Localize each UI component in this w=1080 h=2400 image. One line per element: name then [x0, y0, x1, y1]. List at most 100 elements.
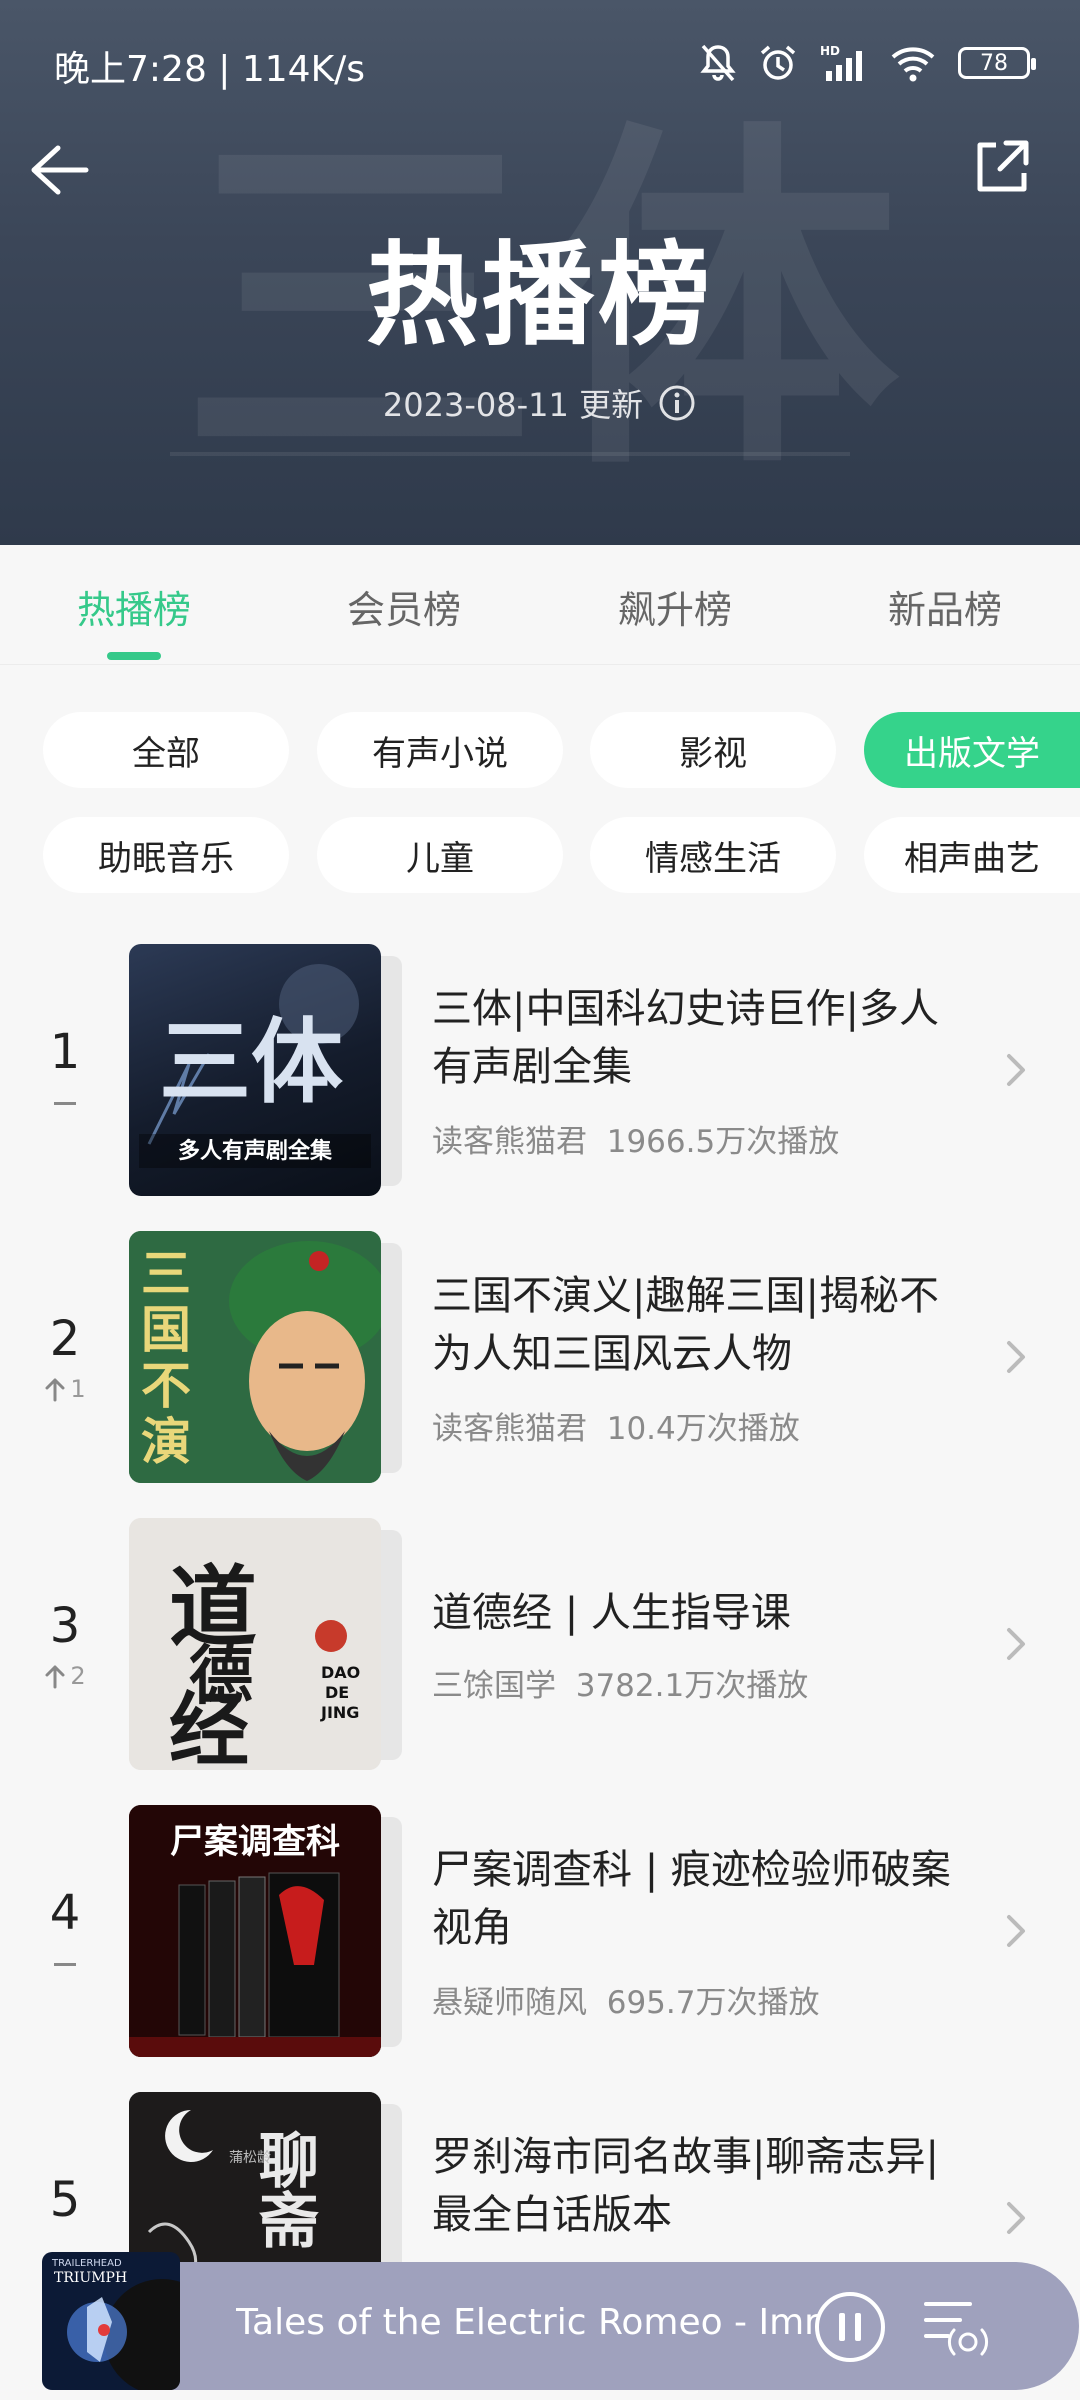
- filter-row-1: 全部 有声小说 影视 出版文学: [0, 712, 1080, 792]
- arrow-left-icon: [31, 145, 89, 195]
- item-plays: 695.7万次播放: [606, 1985, 820, 2021]
- chevron-right-icon: [1007, 1054, 1025, 1086]
- svg-text:JING: JING: [320, 1703, 359, 1722]
- item-plays: 10.4万次播放: [606, 1411, 800, 1447]
- tab-active-indicator: [107, 652, 161, 660]
- svg-text:DAO: DAO: [321, 1663, 360, 1682]
- chevron-right-icon: [1007, 1628, 1025, 1660]
- rank-number: 2: [49, 1311, 81, 1367]
- rank-number: 4: [49, 1885, 81, 1941]
- svg-text:TRAILERHEAD: TRAILERHEAD: [51, 2258, 122, 2269]
- rank-trend: [30, 1102, 100, 1105]
- rank-trend: 1: [30, 1375, 100, 1403]
- tab-new[interactable]: 新品榜: [845, 579, 1045, 634]
- page: 三体 晚上7:28 | 114K/s HD 78 热播榜 2023-08-11 …: [0, 0, 1080, 2400]
- trend-value: 1: [70, 1375, 86, 1403]
- arrow-up-icon: [45, 1378, 65, 1402]
- header-banner: 三体 晚上7:28 | 114K/s HD 78 热播榜 2023-08-11 …: [0, 0, 1080, 545]
- wifi-icon: [891, 47, 935, 82]
- info-icon[interactable]: [657, 383, 697, 423]
- chevron-right-icon: [1007, 1341, 1025, 1373]
- playlist-icon: [924, 2302, 989, 2356]
- status-bar: 晚上7:28 | 114K/s HD 78: [0, 0, 1080, 120]
- item-title: 道德经 | 人生指导课: [432, 1590, 791, 1636]
- item-title: 三体|中国科幻史诗巨作|多人有声剧全集: [432, 986, 939, 1090]
- rank-number: 5: [49, 2172, 81, 2228]
- filter-chip-children[interactable]: 儿童: [317, 817, 563, 893]
- list-item[interactable]: 1 三体 多人有声剧全集 三体|中国科幻史诗巨作|多人有声剧全集 读客熊猫君 1…: [0, 944, 1080, 1204]
- pause-icon: [815, 2292, 885, 2362]
- page-title: 热播榜: [366, 231, 714, 361]
- item-author: 三馀国学: [432, 1668, 556, 1704]
- share-button[interactable]: [970, 135, 1040, 205]
- player-cover[interactable]: TRAILERHEAD TRIUMPH: [42, 2252, 180, 2390]
- svg-text:DE: DE: [325, 1683, 349, 1702]
- book-cover: 道 德 经 DAO DE JING: [129, 1518, 381, 1770]
- item-author: 悬疑师随风: [432, 1985, 587, 2021]
- svg-text:三: 三: [141, 1244, 191, 1303]
- svg-text:斋: 斋: [259, 2187, 319, 2257]
- chevron-right-icon: [1007, 2202, 1025, 2234]
- svg-text:多人有声剧全集: 多人有声剧全集: [178, 1138, 333, 1164]
- list-item[interactable]: 2 1 三 国 不 演 三国不演义|趣解三国|揭秘不为人知三国风云人物 读客熊猫…: [0, 1231, 1080, 1491]
- chevron-right-icon: [1007, 1915, 1025, 1947]
- signal-icon: HD: [820, 44, 862, 81]
- filter-chip-film[interactable]: 影视: [590, 712, 836, 788]
- item-meta: 读客熊猫君 1966.5万次播放: [432, 1116, 992, 1161]
- tab-rising[interactable]: 飙升榜: [575, 579, 775, 634]
- battery-icon: 78: [958, 47, 1036, 79]
- filter-row-2: 助眠音乐 儿童 情感生活 相声曲艺: [0, 817, 1080, 897]
- update-info: 2023-08-11 更新: [0, 380, 1080, 426]
- playlist-button[interactable]: [922, 2294, 992, 2358]
- svg-text:蒲松龄: 蒲松龄: [229, 2150, 271, 2166]
- mini-player[interactable]: TRAILERHEAD TRIUMPH Tales of the Electri…: [42, 2252, 1079, 2390]
- svg-text:HD: HD: [820, 44, 840, 58]
- filter-chip-audio-novel[interactable]: 有声小说: [317, 712, 563, 788]
- book-cover: 三 国 不 演: [129, 1231, 381, 1483]
- svg-text:TRIUMPH: TRIUMPH: [54, 2270, 127, 2286]
- filter-chip-sleep-music[interactable]: 助眠音乐: [43, 817, 289, 893]
- book-cover: 三体 多人有声剧全集: [129, 944, 381, 1196]
- list-item[interactable]: 4 尸案调查科 尸案调查科 | 痕迹检验师破案视角 悬疑师随风 695.7万次播…: [0, 1805, 1080, 2065]
- back-button[interactable]: [28, 140, 98, 200]
- player-track-title: Tales of the Electric Romeo - Imr: [236, 2302, 819, 2343]
- item-plays: 1966.5万次播放: [606, 1124, 840, 1160]
- status-icons: HD 78: [700, 38, 1036, 88]
- book-cover: 尸案调查科: [129, 1805, 381, 2057]
- ranking-tabs: 热播榜 会员榜 飙升榜 新品榜: [0, 545, 1080, 665]
- svg-text:三体: 三体: [159, 1008, 343, 1116]
- status-time: 晚上7:28 | 114K/s: [54, 49, 366, 90]
- share-icon: [977, 140, 1029, 192]
- svg-text:国: 国: [141, 1300, 191, 1359]
- rank-trend: [30, 1963, 100, 1966]
- rank-number: 3: [49, 1598, 81, 1654]
- svg-text:演: 演: [141, 1412, 191, 1471]
- filter-chip-emotion-life[interactable]: 情感生活: [590, 817, 836, 893]
- filter-chip-published-literature[interactable]: 出版文学: [864, 712, 1080, 788]
- item-plays: 3782.1万次播放: [575, 1668, 809, 1704]
- arrow-up-icon: [45, 1665, 65, 1689]
- svg-text:尸案调查科: 尸案调查科: [170, 1822, 340, 1862]
- item-author: 读客熊猫君: [432, 1411, 587, 1447]
- trend-value: 2: [70, 1662, 86, 1690]
- item-meta: 悬疑师随风 695.7万次播放: [432, 1977, 992, 2022]
- update-date: 2023-08-11 更新: [382, 386, 644, 424]
- alarm-icon: [760, 45, 796, 80]
- battery-level: 78: [980, 50, 1008, 76]
- mute-icon: [700, 44, 736, 82]
- item-author: 读客熊猫君: [432, 1124, 587, 1160]
- svg-text:不: 不: [141, 1356, 191, 1415]
- tab-member[interactable]: 会员榜: [304, 579, 504, 634]
- tab-hot[interactable]: 热播榜: [34, 579, 234, 634]
- rank-number: 1: [49, 1024, 81, 1080]
- item-title: 罗刹海市同名故事|聊斋志异|最全白话版本: [432, 2134, 939, 2238]
- filter-chip-all[interactable]: 全部: [43, 712, 289, 788]
- item-meta: 三馀国学 3782.1万次播放: [432, 1660, 992, 1705]
- pause-button[interactable]: [812, 2289, 888, 2365]
- list-item[interactable]: 3 2 道 德 经 DAO DE JING 道德经 | 人生指导课 三馀国学 3…: [0, 1518, 1080, 1778]
- item-title: 尸案调查科 | 痕迹检验师破案视角: [432, 1847, 951, 1951]
- filter-chip-crosstalk[interactable]: 相声曲艺: [864, 817, 1080, 893]
- item-meta: 读客熊猫君 10.4万次播放: [432, 1403, 992, 1448]
- svg-text:经: 经: [169, 1683, 249, 1770]
- rank-trend: 2: [30, 1662, 100, 1690]
